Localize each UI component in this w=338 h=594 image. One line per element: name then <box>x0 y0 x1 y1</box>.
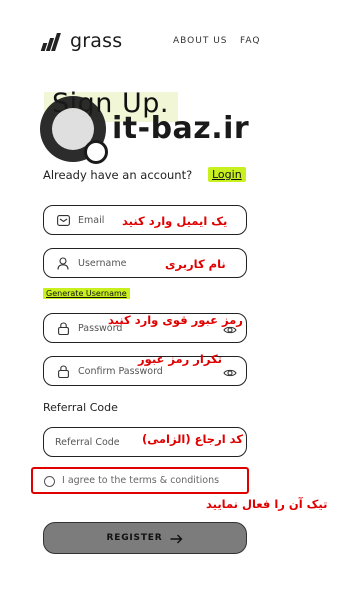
terms-annotation: تیک آن را فعال نمایید <box>206 497 328 511</box>
envelope-icon <box>56 213 70 227</box>
terms-label[interactable]: I agree to the terms & conditions <box>62 475 219 486</box>
register-button[interactable]: REGISTER <box>43 522 247 554</box>
logo-text: grass <box>70 30 123 52</box>
watermark-logo-dot <box>84 140 108 164</box>
watermark-text: it-baz.ir <box>112 111 250 146</box>
email-annotation: یک ایمیل وارد کنید <box>122 214 228 228</box>
username-placeholder: Username <box>78 257 127 269</box>
nav-about-us[interactable]: ABOUT US <box>173 36 228 46</box>
account-prompt: Already have an account? <box>43 168 193 182</box>
generate-username-button[interactable]: Generate Username <box>43 288 130 299</box>
referral-annotation: کد ارجاع (الزامی) <box>142 432 243 446</box>
user-icon <box>56 256 70 270</box>
nav-faq[interactable]: FAQ <box>240 36 260 46</box>
grass-logo-icon <box>40 31 64 51</box>
terms-checkbox[interactable] <box>44 476 55 487</box>
referral-code-placeholder: Referral Code <box>55 436 120 448</box>
arrow-right-icon <box>170 529 183 548</box>
confirm-password-annotation: تکرار رمز عبور <box>138 352 223 366</box>
username-annotation: نام کاربری <box>165 257 226 271</box>
lock-icon <box>56 364 70 378</box>
lock-icon <box>56 321 70 335</box>
brand-logo[interactable]: grass <box>40 30 123 52</box>
email-placeholder: Email <box>78 214 105 226</box>
password-annotation: رمز عبور قوی وارد کنید <box>108 313 243 327</box>
register-label: REGISTER <box>106 533 163 543</box>
login-link[interactable]: Login <box>208 167 246 182</box>
confirm-password-placeholder: Confirm Password <box>78 365 163 377</box>
eye-icon[interactable] <box>223 365 237 379</box>
referral-code-label: Referral Code <box>43 401 118 414</box>
